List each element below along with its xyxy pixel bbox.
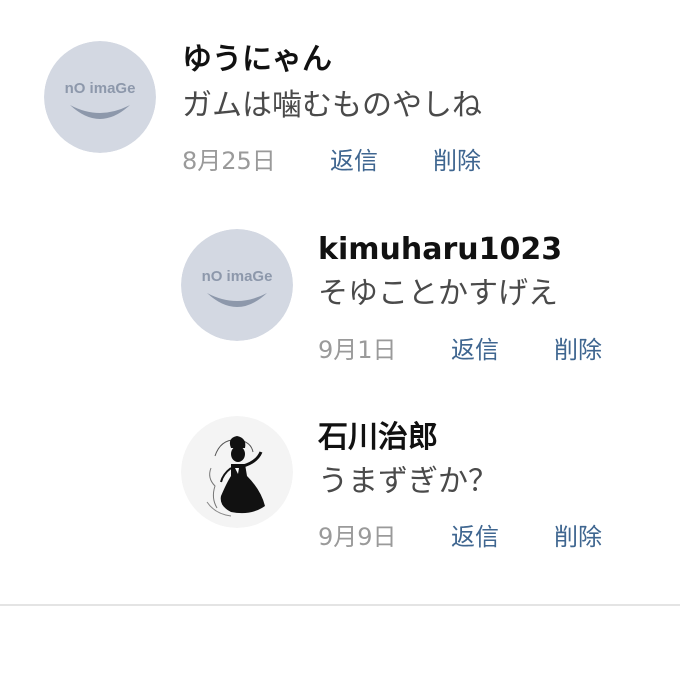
svg-text:nO imaGe: nO imaGe <box>202 268 273 285</box>
comment-date: 9月9日 <box>318 523 397 551</box>
reply-button[interactable]: 返信 <box>451 335 499 365</box>
comment-date: 8月25日 <box>182 147 276 175</box>
delete-button[interactable]: 削除 <box>554 522 602 552</box>
comment-text: ガムは噛むものやしね <box>182 88 482 123</box>
comment-text: うまずぎか？ <box>318 464 498 499</box>
no-image-placeholder-icon: nO imaGe <box>44 41 156 153</box>
divider <box>0 604 680 606</box>
comment-author-name[interactable]: kimuharu1023 <box>318 232 562 268</box>
comment-text: そゆことかすげえ <box>318 276 558 311</box>
sketch-figure-avatar-icon <box>181 416 293 528</box>
avatar[interactable]: nO imaGe <box>181 229 293 341</box>
avatar[interactable] <box>181 416 293 528</box>
avatar[interactable]: nO imaGe <box>44 41 156 153</box>
reply-button[interactable]: 返信 <box>451 522 499 552</box>
comment-author-name[interactable]: 石川治郎 <box>318 420 438 456</box>
comment-date: 9月1日 <box>318 336 397 364</box>
comment-author-name[interactable]: ゆうにゃん <box>182 42 332 78</box>
reply-button[interactable]: 返信 <box>330 146 378 176</box>
svg-text:nO imaGe: nO imaGe <box>65 80 136 97</box>
delete-button[interactable]: 削除 <box>433 146 481 176</box>
no-image-placeholder-icon: nO imaGe <box>181 229 293 341</box>
delete-button[interactable]: 削除 <box>554 335 602 365</box>
